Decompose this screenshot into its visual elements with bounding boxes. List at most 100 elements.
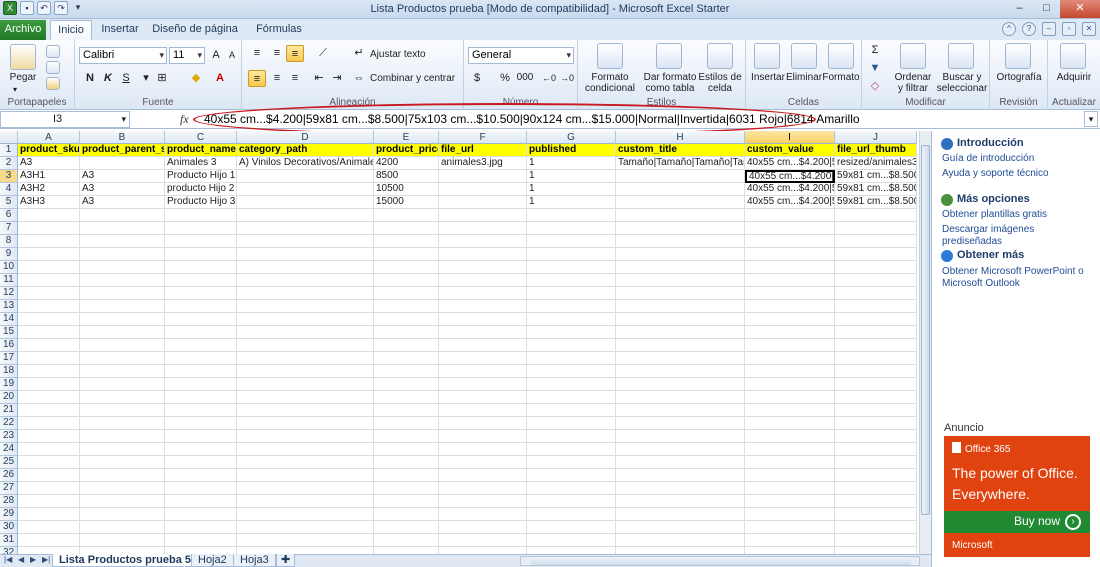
empty-cell[interactable]: [165, 274, 237, 287]
empty-cell[interactable]: [835, 287, 917, 300]
format-as-table-icon[interactable]: [656, 43, 682, 69]
cut-icon[interactable]: [46, 45, 60, 58]
empty-cell[interactable]: [237, 222, 374, 235]
empty-cell[interactable]: [374, 404, 439, 417]
row-header-5[interactable]: 5: [0, 196, 18, 209]
empty-cell[interactable]: [80, 430, 165, 443]
row-header-22[interactable]: 22: [0, 417, 18, 430]
italic-button[interactable]: K: [99, 70, 117, 87]
empty-cell[interactable]: [80, 287, 165, 300]
cell-e2[interactable]: 4200: [374, 157, 439, 170]
font-size-select[interactable]: 11: [169, 47, 205, 64]
empty-cell[interactable]: [237, 365, 374, 378]
empty-cell[interactable]: [835, 404, 917, 417]
empty-cell[interactable]: [18, 417, 80, 430]
empty-cell[interactable]: [527, 300, 616, 313]
empty-cell[interactable]: [616, 352, 745, 365]
empty-cell[interactable]: [745, 534, 835, 547]
empty-cell[interactable]: [616, 443, 745, 456]
empty-cell[interactable]: [835, 443, 917, 456]
empty-cell[interactable]: [527, 404, 616, 417]
empty-cell[interactable]: [439, 287, 527, 300]
empty-cell[interactable]: [527, 482, 616, 495]
empty-cell[interactable]: [527, 365, 616, 378]
header-cell-g[interactable]: published: [527, 144, 616, 157]
header-cell-d[interactable]: category_path: [237, 144, 374, 157]
empty-cell[interactable]: [616, 404, 745, 417]
row-header-31[interactable]: 31: [0, 534, 18, 547]
empty-cell[interactable]: [18, 261, 80, 274]
empty-cell[interactable]: [616, 508, 745, 521]
empty-cell[interactable]: [835, 274, 917, 287]
empty-cell[interactable]: [165, 469, 237, 482]
empty-cell[interactable]: [835, 456, 917, 469]
empty-cell[interactable]: [616, 534, 745, 547]
empty-cell[interactable]: [439, 313, 527, 326]
empty-cell[interactable]: [835, 469, 917, 482]
cell-d4[interactable]: [237, 183, 374, 196]
empty-cell[interactable]: [616, 222, 745, 235]
empty-cell[interactable]: [80, 391, 165, 404]
cell-i2[interactable]: 40x55 cm...$4.200|59x81 cm...$8.500|75x1: [745, 157, 835, 170]
empty-cell[interactable]: [374, 235, 439, 248]
link-clip-art[interactable]: Descargar imágenes prediseñadas: [942, 224, 1092, 248]
fill-icon[interactable]: ▼: [866, 60, 884, 77]
empty-cell[interactable]: [439, 209, 527, 222]
empty-cell[interactable]: [745, 313, 835, 326]
cell-g3[interactable]: 1: [527, 170, 616, 183]
empty-cell[interactable]: [374, 313, 439, 326]
empty-cell[interactable]: [616, 300, 745, 313]
empty-cell[interactable]: [374, 300, 439, 313]
empty-cell[interactable]: [745, 235, 835, 248]
empty-cell[interactable]: [165, 287, 237, 300]
empty-cell[interactable]: [835, 482, 917, 495]
empty-cell[interactable]: [616, 378, 745, 391]
empty-cell[interactable]: [237, 352, 374, 365]
maximize-button[interactable]: □: [1033, 0, 1060, 18]
tab-insertar[interactable]: Insertar: [98, 20, 142, 40]
row-header-28[interactable]: 28: [0, 495, 18, 508]
empty-cell[interactable]: [439, 352, 527, 365]
spelling-icon[interactable]: [1005, 43, 1031, 69]
next-sheet-icon[interactable]: ▶: [30, 555, 36, 564]
empty-cell[interactable]: [80, 534, 165, 547]
header-cell-c[interactable]: product_name: [165, 144, 237, 157]
empty-cell[interactable]: [835, 352, 917, 365]
empty-cell[interactable]: [18, 378, 80, 391]
empty-cell[interactable]: [745, 209, 835, 222]
tab-diseno-pagina[interactable]: Diseño de página: [150, 20, 240, 40]
empty-cell[interactable]: [237, 339, 374, 352]
header-cell-b[interactable]: product_parent_sku: [80, 144, 165, 157]
empty-cell[interactable]: [80, 365, 165, 378]
empty-cell[interactable]: [237, 508, 374, 521]
autosum-icon[interactable]: Σ: [866, 42, 884, 59]
header-cell-i[interactable]: custom_value: [745, 144, 835, 157]
empty-cell[interactable]: [616, 391, 745, 404]
row-header-32[interactable]: 32: [0, 547, 18, 554]
window-restore-icon[interactable]: ▫: [1062, 22, 1076, 36]
empty-cell[interactable]: [18, 248, 80, 261]
empty-cell[interactable]: [80, 404, 165, 417]
empty-cell[interactable]: [745, 326, 835, 339]
empty-cell[interactable]: [527, 391, 616, 404]
empty-cell[interactable]: [237, 469, 374, 482]
empty-cell[interactable]: [745, 417, 835, 430]
empty-cell[interactable]: [745, 248, 835, 261]
copy-icon[interactable]: [46, 61, 60, 74]
empty-cell[interactable]: [80, 417, 165, 430]
empty-cell[interactable]: [439, 378, 527, 391]
empty-cell[interactable]: [80, 313, 165, 326]
empty-cell[interactable]: [439, 391, 527, 404]
acquire-button[interactable]: Adquirir: [1050, 72, 1098, 83]
header-cell-a[interactable]: product_sku: [18, 144, 80, 157]
empty-cell[interactable]: [439, 300, 527, 313]
empty-cell[interactable]: [80, 261, 165, 274]
empty-cell[interactable]: [237, 287, 374, 300]
empty-cell[interactable]: [374, 547, 439, 554]
row-header-17[interactable]: 17: [0, 352, 18, 365]
empty-cell[interactable]: [374, 456, 439, 469]
empty-cell[interactable]: [745, 495, 835, 508]
cell-b5[interactable]: A3: [80, 196, 165, 209]
empty-cell[interactable]: [237, 430, 374, 443]
empty-cell[interactable]: [18, 287, 80, 300]
